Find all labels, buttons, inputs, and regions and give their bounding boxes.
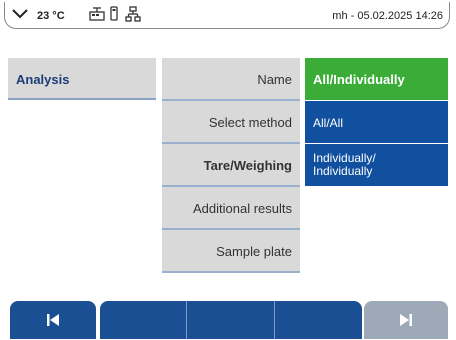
last-page-button[interactable] xyxy=(364,301,448,339)
divider xyxy=(186,301,187,339)
option-all-individually[interactable]: All/Individually xyxy=(305,58,448,100)
option-all-all[interactable]: All/All xyxy=(305,101,448,143)
menu-item-name[interactable]: Name xyxy=(162,58,300,101)
option-individually-individually[interactable]: Individually/ Individually xyxy=(305,144,448,186)
first-page-button[interactable] xyxy=(10,301,96,339)
menu-item-select-method[interactable]: Select method xyxy=(162,101,300,144)
menu-item-sample-plate[interactable]: Sample plate xyxy=(162,230,300,273)
bottom-navigation xyxy=(10,301,450,339)
usb-icon xyxy=(109,6,119,25)
breadcrumb-analysis[interactable]: Analysis xyxy=(8,58,156,100)
skip-back-icon xyxy=(47,314,59,326)
skip-forward-icon xyxy=(400,314,412,326)
user-datetime: mh - 05.02.2025 14:26 xyxy=(332,10,443,22)
chevron-down-icon[interactable] xyxy=(11,5,29,24)
menu-item-tare-weighing[interactable]: Tare/Weighing xyxy=(162,144,300,187)
temperature-readout: 23 °C xyxy=(37,10,65,22)
status-bar: 23 °C mh - 05.02.2025 14:26 xyxy=(4,2,450,29)
divider xyxy=(274,301,275,339)
center-button-bar[interactable] xyxy=(100,301,362,339)
menu-item-additional-results[interactable]: Additional results xyxy=(162,187,300,230)
option-line-2: Individually xyxy=(313,164,373,178)
network-icon xyxy=(125,6,141,25)
balance-icon xyxy=(89,6,105,25)
